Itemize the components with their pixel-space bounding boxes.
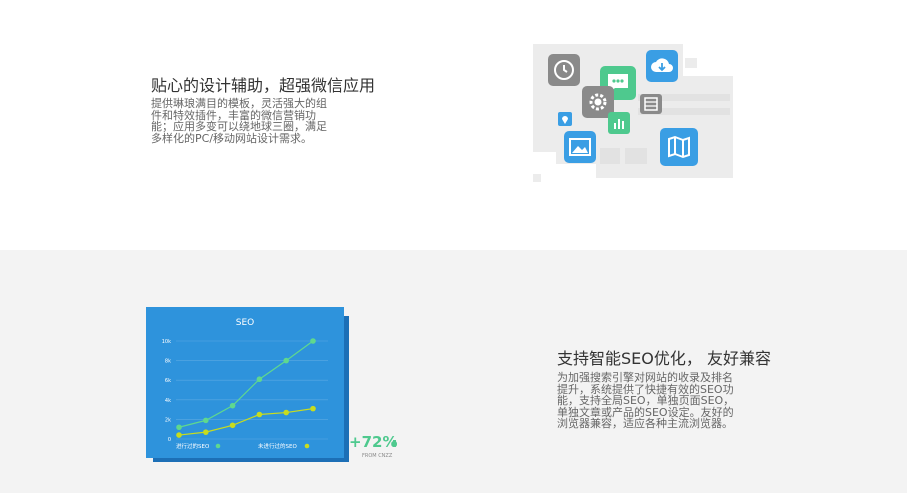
y-tick-label: 8k (165, 359, 171, 365)
legend-label: 进行过的SEO (176, 442, 210, 450)
chart-title: SEO (236, 318, 254, 328)
y-tick-label: 0 (168, 437, 171, 443)
data-point (310, 405, 316, 412)
seo-growth-source: FROM CNZZ (362, 453, 393, 459)
image-icon (564, 131, 596, 163)
feature-desc-seo: 为加强搜索引擎对网站的收录及排名提升，系统提供了快捷有效的SEO功能，支持全局S… (557, 371, 735, 430)
seo-chart-svg: SEO 0 2k 4k 6k 8k 10k 进行过的SEO 未进行过的SEO (162, 318, 328, 450)
data-point (203, 417, 209, 424)
y-tick-label: 2k (165, 417, 171, 423)
y-tick-label: 6k (165, 378, 171, 384)
y-tick-label: 10k (162, 339, 171, 345)
legend-label: 未进行过的SEO (258, 442, 297, 450)
cloud-download-icon (646, 50, 678, 82)
data-point (283, 357, 289, 364)
feature-desc-design: 提供琳琅满目的模板，灵活强大的组件和特效插件，丰富的微信营销功能；应用多变可以绕… (151, 97, 327, 145)
data-point (203, 429, 209, 435)
data-point (310, 338, 316, 344)
app-icons-illustration (530, 40, 740, 190)
map-icon (660, 128, 698, 166)
seo-growth-mark (393, 440, 396, 447)
clock-icon (548, 54, 580, 86)
data-point (256, 411, 263, 418)
seo-chart: SEO 0 2k 4k 6k 8k 10k 进行过的SEO 未进行过的SEO (146, 307, 344, 458)
data-point (283, 409, 289, 416)
feature-section-seo (0, 250, 907, 493)
series-line (178, 340, 314, 428)
feature-section-design (0, 0, 907, 250)
data-point (176, 424, 182, 431)
bar-chart-icon (608, 112, 630, 134)
feature-title-design: 贴心的设计辅助，超强微信应用 (151, 76, 376, 95)
data-point (229, 422, 236, 429)
data-point (256, 376, 263, 383)
data-point (176, 432, 182, 438)
legend-swatch (215, 443, 221, 449)
film-icon (640, 94, 662, 114)
location-pin-icon (558, 112, 572, 126)
seo-growth-percent: +72% (349, 433, 398, 451)
y-tick-label: 4k (165, 398, 171, 404)
legend-swatch (304, 443, 310, 449)
feature-title-seo: 支持智能SEO优化， 友好兼容 (557, 349, 771, 368)
data-point (229, 402, 236, 409)
